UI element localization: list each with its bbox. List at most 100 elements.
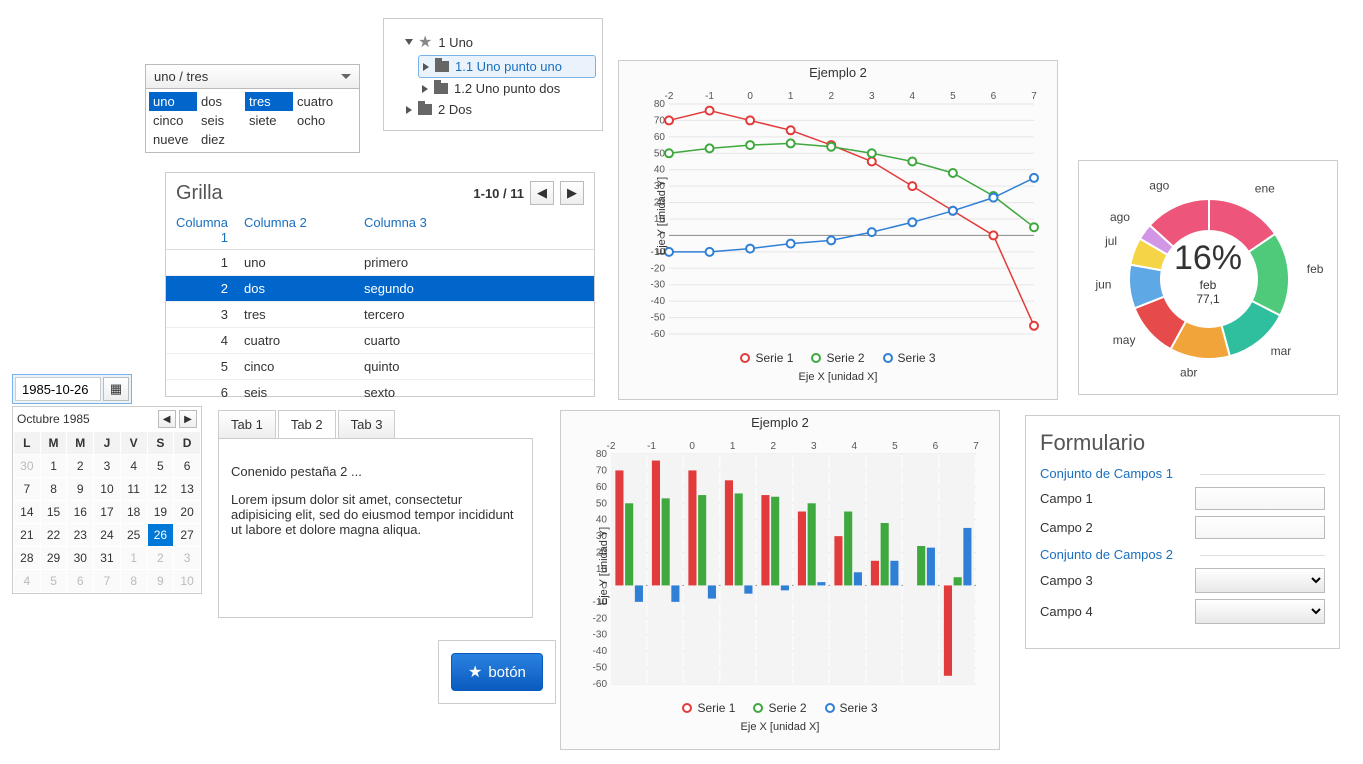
field-3-select[interactable] bbox=[1195, 568, 1325, 593]
tree-item[interactable]: 2 Dos bbox=[402, 99, 596, 120]
calendar-day[interactable]: 2 bbox=[147, 547, 174, 570]
calendar-day[interactable]: 11 bbox=[120, 478, 147, 501]
calendar-day[interactable]: 1 bbox=[120, 547, 147, 570]
multiselect-summary: uno / tres bbox=[154, 69, 208, 84]
calendar-day[interactable]: 27 bbox=[174, 524, 201, 547]
calendar-day[interactable]: 8 bbox=[40, 478, 67, 501]
calendar-day[interactable]: 8 bbox=[120, 570, 147, 593]
tab[interactable]: Tab 3 bbox=[338, 410, 396, 438]
calendar-day[interactable]: 13 bbox=[174, 478, 201, 501]
calendar-day[interactable]: 3 bbox=[94, 455, 121, 478]
calendar-day[interactable]: 31 bbox=[94, 547, 121, 570]
multiselect-option[interactable]: tres bbox=[245, 92, 293, 111]
grid-prev-button[interactable]: ◀ bbox=[530, 181, 554, 205]
grid-col-header[interactable]: Columna 1 bbox=[166, 215, 236, 245]
table-row[interactable]: 4cuatrocuarto bbox=[166, 328, 594, 354]
table-row[interactable]: 5cincoquinto bbox=[166, 354, 594, 380]
expand-icon[interactable] bbox=[423, 63, 429, 71]
calendar-toggle-button[interactable]: ▦ bbox=[103, 377, 129, 401]
grid-col-header[interactable]: Columna 3 bbox=[356, 215, 594, 245]
multiselect-option[interactable]: diez bbox=[197, 130, 245, 149]
multiselect-option[interactable]: cuatro bbox=[293, 92, 341, 111]
grid-col-header[interactable]: Columna 2 bbox=[236, 215, 356, 245]
calendar-day[interactable]: 16 bbox=[67, 501, 94, 524]
field-2-input[interactable] bbox=[1195, 516, 1325, 539]
calendar-day[interactable]: 7 bbox=[14, 478, 41, 501]
table-row[interactable]: 2dossegundo bbox=[166, 276, 594, 302]
table-cell: tres bbox=[236, 307, 356, 322]
multiselect-option[interactable]: seis bbox=[197, 111, 245, 130]
calendar-day[interactable]: 14 bbox=[14, 501, 41, 524]
table-row[interactable]: 6seissexto bbox=[166, 380, 594, 405]
legend-item[interactable]: Serie 2 bbox=[753, 701, 806, 715]
legend-item[interactable]: Serie 2 bbox=[811, 351, 864, 365]
primary-button[interactable]: ★ botón bbox=[451, 653, 543, 691]
svg-text:-40: -40 bbox=[593, 646, 608, 657]
calendar-popup: Octubre 1985 ◀ ▶ LMMJVSD3012345678910111… bbox=[12, 406, 202, 594]
tree-item[interactable]: 1.1 Uno punto uno bbox=[418, 55, 596, 78]
field-4-select[interactable] bbox=[1195, 599, 1325, 624]
calendar-day[interactable]: 21 bbox=[14, 524, 41, 547]
calendar-day[interactable]: 3 bbox=[174, 547, 201, 570]
legend-item[interactable]: Serie 1 bbox=[740, 351, 793, 365]
legend-item[interactable]: Serie 3 bbox=[825, 701, 878, 715]
calendar-next-button[interactable]: ▶ bbox=[179, 410, 197, 428]
multiselect-option[interactable]: uno bbox=[149, 92, 197, 111]
calendar-day[interactable]: 28 bbox=[14, 547, 41, 570]
multiselect-option[interactable]: nueve bbox=[149, 130, 197, 149]
calendar-day[interactable]: 9 bbox=[67, 478, 94, 501]
calendar-day[interactable]: 6 bbox=[67, 570, 94, 593]
multiselect-toggle[interactable]: uno / tres bbox=[145, 64, 360, 89]
calendar-day[interactable]: 5 bbox=[147, 455, 174, 478]
calendar-day[interactable]: 20 bbox=[174, 501, 201, 524]
calendar-day[interactable]: 22 bbox=[40, 524, 67, 547]
calendar-day[interactable]: 26 bbox=[147, 524, 174, 547]
tree-item[interactable]: ★1 Uno bbox=[402, 29, 596, 55]
expand-icon[interactable] bbox=[405, 39, 413, 45]
svg-text:1: 1 bbox=[730, 441, 736, 452]
calendar-day[interactable]: 10 bbox=[94, 478, 121, 501]
multiselect-option[interactable]: siete bbox=[245, 111, 293, 130]
tab[interactable]: Tab 1 bbox=[218, 410, 276, 438]
calendar-day[interactable]: 5 bbox=[40, 570, 67, 593]
multiselect-option[interactable]: cinco bbox=[149, 111, 197, 130]
svg-text:-40: -40 bbox=[651, 296, 666, 307]
calendar-day[interactable]: 25 bbox=[120, 524, 147, 547]
tab[interactable]: Tab 2 bbox=[278, 410, 336, 438]
calendar-day[interactable]: 29 bbox=[40, 547, 67, 570]
multiselect-option[interactable]: dos bbox=[197, 92, 245, 111]
calendar-day[interactable]: 1 bbox=[40, 455, 67, 478]
expand-icon[interactable] bbox=[422, 85, 428, 93]
table-row[interactable]: 3trestercero bbox=[166, 302, 594, 328]
calendar-day[interactable]: 30 bbox=[67, 547, 94, 570]
calendar-day[interactable]: 17 bbox=[94, 501, 121, 524]
multiselect-option[interactable]: ocho bbox=[293, 111, 341, 130]
field-1-input[interactable] bbox=[1195, 487, 1325, 510]
calendar-day[interactable]: 9 bbox=[147, 570, 174, 593]
calendar-day[interactable]: 2 bbox=[67, 455, 94, 478]
svg-text:-30: -30 bbox=[593, 630, 608, 641]
calendar-prev-button[interactable]: ◀ bbox=[158, 410, 176, 428]
calendar-day[interactable]: 18 bbox=[120, 501, 147, 524]
tree-item[interactable]: 1.2 Uno punto dos bbox=[418, 78, 596, 99]
table-cell: segundo bbox=[356, 281, 594, 296]
legend-item[interactable]: Serie 1 bbox=[682, 701, 735, 715]
calendar-day[interactable]: 12 bbox=[147, 478, 174, 501]
calendar-day[interactable]: 23 bbox=[67, 524, 94, 547]
calendar-day[interactable]: 30 bbox=[14, 455, 41, 478]
folder-icon bbox=[418, 104, 432, 115]
calendar-day[interactable]: 4 bbox=[120, 455, 147, 478]
calendar-day[interactable]: 10 bbox=[174, 570, 201, 593]
chart-legend: Serie 1 Serie 2 Serie 3 bbox=[561, 697, 999, 719]
table-row[interactable]: 1unoprimero bbox=[166, 250, 594, 276]
legend-item[interactable]: Serie 3 bbox=[883, 351, 936, 365]
date-input[interactable] bbox=[15, 377, 101, 401]
calendar-day[interactable]: 24 bbox=[94, 524, 121, 547]
calendar-day[interactable]: 7 bbox=[94, 570, 121, 593]
calendar-day[interactable]: 4 bbox=[14, 570, 41, 593]
calendar-day[interactable]: 6 bbox=[174, 455, 201, 478]
grid-next-button[interactable]: ▶ bbox=[560, 181, 584, 205]
calendar-day[interactable]: 19 bbox=[147, 501, 174, 524]
calendar-day[interactable]: 15 bbox=[40, 501, 67, 524]
expand-icon[interactable] bbox=[406, 106, 412, 114]
